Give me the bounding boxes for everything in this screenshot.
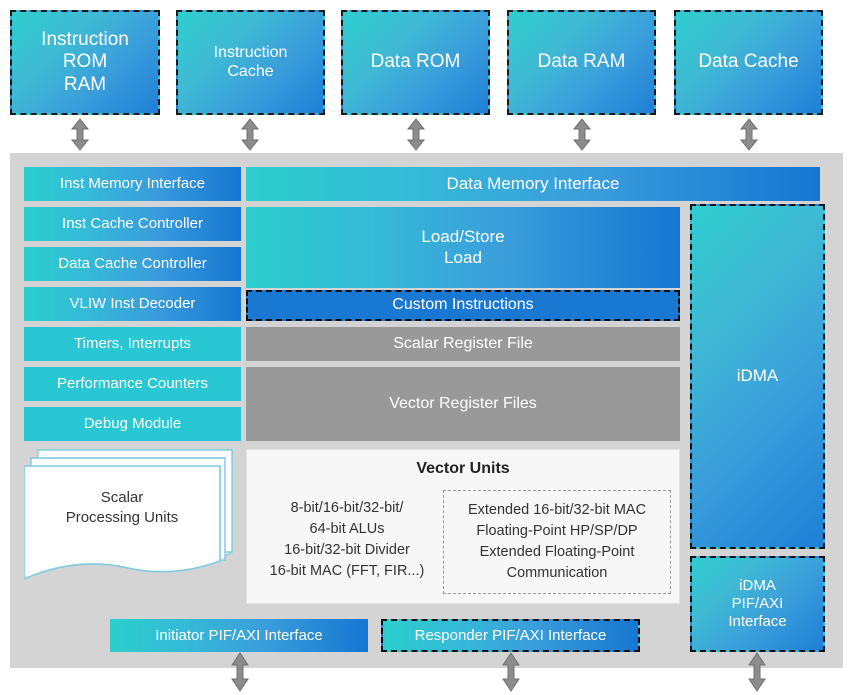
block-data-cache-controller[interactable]: Data Cache Controller	[24, 247, 241, 281]
block-label: VLIW Inst Decoder	[69, 295, 196, 313]
block-label: Debug Module	[83, 415, 182, 433]
double-headed-arrow-idma-pif-axi	[748, 652, 766, 692]
block-label: Inst Memory Interface	[59, 175, 206, 193]
memory-block-data-rom[interactable]: Data ROM	[341, 10, 490, 115]
vector-units-title: Vector Units	[416, 460, 510, 477]
memory-block-instruction-rom-ram[interactable]: Instruction ROM RAM	[10, 10, 160, 115]
double-headed-arrow-instruction-rom-ram	[70, 118, 90, 151]
memory-block-label: Instruction ROM RAM	[41, 28, 129, 95]
block-idma-pif-axi-interface[interactable]: iDMA PIF/AXI Interface	[690, 556, 825, 652]
block-initiator-pif-axi-interface[interactable]: Initiator PIF/AXI Interface	[110, 619, 368, 652]
architecture-diagram: Instruction ROM RAM Instruction Cache Da…	[0, 0, 851, 695]
block-label: Responder PIF/AXI Interface	[414, 626, 607, 644]
memory-block-data-ram[interactable]: Data RAM	[507, 10, 656, 115]
block-label: Load/Store Load	[421, 227, 505, 267]
block-responder-pif-axi-interface[interactable]: Responder PIF/AXI Interface	[381, 619, 640, 652]
double-headed-arrow-data-rom	[406, 118, 426, 151]
block-label: Timers, Interrupts	[74, 335, 191, 353]
block-label: Inst Cache Controller	[62, 215, 203, 233]
block-vliw-inst-decoder[interactable]: VLIW Inst Decoder	[24, 287, 241, 321]
block-data-memory-interface[interactable]: Data Memory Interface	[246, 167, 820, 201]
panel-vector-units: Vector Units 8-bit/16-bit/32-bit/ 64-bit…	[246, 449, 680, 604]
block-label: Scalar Processing Units	[65, 489, 179, 527]
block-label: Data Cache Controller	[58, 255, 207, 273]
memory-block-label: Instruction Cache	[213, 43, 288, 80]
memory-block-data-cache[interactable]: Data Cache	[674, 10, 823, 115]
double-headed-arrow-data-ram	[572, 118, 592, 151]
block-label: Initiator PIF/AXI Interface	[155, 626, 323, 644]
vector-units-right-list: Extended 16-bit/32-bit MAC Floating-Poin…	[467, 501, 647, 582]
block-label: Custom Instructions	[392, 296, 534, 314]
block-inst-memory-interface[interactable]: Inst Memory Interface	[24, 167, 241, 201]
memory-block-label: Data RAM	[537, 51, 626, 73]
block-load-store[interactable]: Load/Store Load	[246, 207, 680, 288]
block-inst-cache-controller[interactable]: Inst Cache Controller	[24, 207, 241, 241]
block-label: Vector Register Files	[389, 394, 537, 412]
block-scalar-register-file[interactable]: Scalar Register File	[246, 327, 680, 361]
memory-block-instruction-cache[interactable]: Instruction Cache	[176, 10, 325, 115]
block-vector-register-files[interactable]: Vector Register Files	[246, 367, 680, 441]
double-headed-arrow-initiator-pif-axi	[231, 652, 249, 692]
block-label: Data Memory Interface	[446, 173, 620, 193]
block-label: iDMA PIF/AXI Interface	[728, 577, 787, 630]
double-headed-arrow-data-cache	[739, 118, 759, 151]
block-performance-counters[interactable]: Performance Counters	[24, 367, 241, 401]
double-headed-arrow-responder-pif-axi	[502, 652, 520, 692]
block-debug-module[interactable]: Debug Module	[24, 407, 241, 441]
memory-block-label: Data Cache	[698, 51, 799, 73]
block-scalar-processing-units[interactable]: Scalar Processing Units	[24, 448, 246, 588]
block-label: Performance Counters	[57, 375, 208, 393]
double-headed-arrow-instruction-cache	[240, 118, 260, 151]
vector-units-left-list: 8-bit/16-bit/32-bit/ 64-bit ALUs 16-bit/…	[269, 500, 425, 580]
block-label: Scalar Register File	[393, 334, 533, 352]
memory-block-label: Data ROM	[370, 51, 461, 73]
block-timers-interrupts[interactable]: Timers, Interrupts	[24, 327, 241, 361]
block-custom-instructions[interactable]: Custom Instructions	[246, 290, 680, 321]
block-idma[interactable]: iDMA	[690, 204, 825, 549]
vector-units-optional-group: Extended 16-bit/32-bit MAC Floating-Poin…	[443, 490, 671, 594]
block-label: iDMA	[736, 366, 779, 386]
